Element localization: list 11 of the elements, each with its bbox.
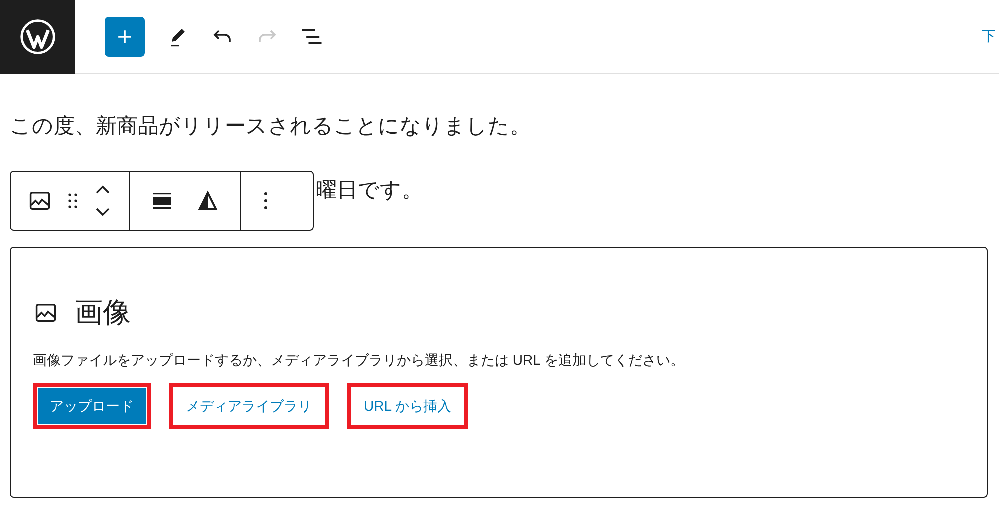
instructions-text: 画像ファイルをアップロードするか、メディアライブラリから選択、または URL を追加してください。 [33,351,686,370]
block-title: 画像 [75,296,131,330]
upload-button[interactable]: アップロード [38,388,146,424]
drag-handle-icon[interactable] [67,192,79,210]
add-block-button[interactable] [105,16,145,56]
paragraph-text: この度、新商品がリリースされることになりました。 [10,114,532,140]
duotone-icon[interactable] [196,189,220,213]
wordpress-logo[interactable] [0,0,75,74]
paragraph-text: 曜日です。 [316,178,423,204]
save-draft-link[interactable]: 下 [982,26,996,47]
more-options-icon[interactable] [263,191,269,211]
